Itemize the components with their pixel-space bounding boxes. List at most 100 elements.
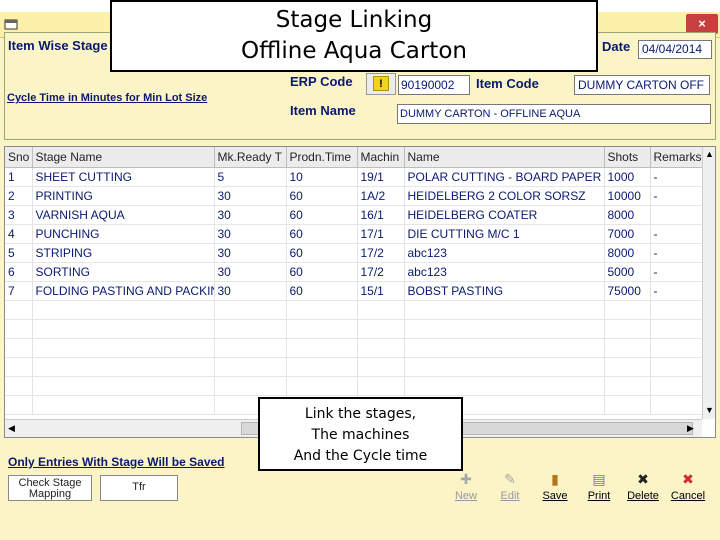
table-cell[interactable]: 75000 bbox=[604, 281, 651, 301]
cancel-button[interactable]: ✖ Cancel bbox=[668, 468, 708, 508]
warning-icon[interactable]: ! bbox=[373, 76, 389, 91]
table-cell[interactable]: 10000 bbox=[604, 186, 651, 206]
table-cell[interactable] bbox=[286, 300, 358, 320]
item-name-field[interactable]: DUMMY CARTON - OFFLINE AQUA bbox=[397, 104, 711, 124]
table-row[interactable]: 6 SORTING 30 60 17/2 abc123 5000- bbox=[5, 262, 703, 282]
table-cell[interactable]: 7 bbox=[5, 281, 33, 301]
table-cell[interactable]: - bbox=[650, 167, 703, 187]
table-cell[interactable] bbox=[32, 338, 215, 358]
vertical-scrollbar[interactable]: ▲ ▼ bbox=[702, 147, 715, 419]
table-cell[interactable] bbox=[650, 319, 703, 339]
scroll-right-icon[interactable]: ▶ bbox=[687, 423, 694, 434]
table-cell[interactable] bbox=[404, 357, 605, 377]
table-cell[interactable]: 16/1 bbox=[357, 205, 405, 225]
table-cell[interactable]: 30 bbox=[214, 243, 287, 263]
table-cell[interactable]: 60 bbox=[286, 186, 358, 206]
edit-button[interactable]: ✎ Edit bbox=[490, 468, 530, 508]
save-button[interactable]: ▮ Save bbox=[535, 468, 575, 508]
table-cell[interactable]: - bbox=[650, 224, 703, 244]
table-row[interactable]: 2 PRINTING 30 60 1A/2 HEIDELBERG 2 COLOR SORS… bbox=[5, 186, 703, 206]
table-cell[interactable]: PUNCHING bbox=[32, 224, 215, 244]
table-cell[interactable] bbox=[650, 205, 703, 225]
table-cell[interactable] bbox=[650, 357, 703, 377]
close-button[interactable]: × bbox=[686, 14, 718, 34]
column-header[interactable]: Remarks bbox=[650, 147, 703, 168]
table-cell[interactable]: 8000 bbox=[604, 243, 651, 263]
new-button[interactable]: ✚ New bbox=[446, 468, 486, 508]
empty-row[interactable] bbox=[5, 376, 703, 396]
table-cell[interactable] bbox=[650, 300, 703, 320]
table-cell[interactable]: abc123 bbox=[404, 243, 605, 263]
empty-row[interactable] bbox=[5, 357, 703, 377]
table-cell[interactable]: 5000 bbox=[604, 262, 651, 282]
table-cell[interactable]: 2 bbox=[5, 186, 33, 206]
table-cell[interactable] bbox=[286, 319, 358, 339]
table-cell[interactable]: 19/1 bbox=[357, 167, 405, 187]
table-cell[interactable] bbox=[604, 357, 651, 377]
table-cell[interactable] bbox=[32, 395, 215, 415]
table-cell[interactable] bbox=[5, 338, 33, 358]
column-header[interactable]: Prodn.Time bbox=[286, 147, 358, 168]
table-cell[interactable] bbox=[214, 357, 287, 377]
table-cell[interactable]: 17/2 bbox=[357, 262, 405, 282]
table-cell[interactable] bbox=[650, 338, 703, 358]
table-cell[interactable] bbox=[32, 319, 215, 339]
table-cell[interactable] bbox=[357, 300, 405, 320]
table-cell[interactable] bbox=[357, 319, 405, 339]
table-cell[interactable] bbox=[404, 338, 605, 358]
table-cell[interactable] bbox=[214, 376, 287, 396]
table-cell[interactable]: - bbox=[650, 186, 703, 206]
table-cell[interactable] bbox=[214, 319, 287, 339]
table-cell[interactable]: 4 bbox=[5, 224, 33, 244]
column-header[interactable]: Stage Name bbox=[32, 147, 215, 168]
table-cell[interactable]: 15/1 bbox=[357, 281, 405, 301]
column-header[interactable]: Mk.Ready T bbox=[214, 147, 287, 168]
scroll-down-icon[interactable]: ▼ bbox=[705, 405, 714, 415]
table-cell[interactable]: STRIPING bbox=[32, 243, 215, 263]
table-cell[interactable]: BOBST PASTING bbox=[404, 281, 605, 301]
table-cell[interactable]: 10 bbox=[286, 167, 358, 187]
scroll-up-icon[interactable]: ▲ bbox=[705, 149, 714, 159]
table-cell[interactable]: 60 bbox=[286, 205, 358, 225]
table-cell[interactable] bbox=[404, 300, 605, 320]
table-cell[interactable] bbox=[604, 376, 651, 396]
table-cell[interactable] bbox=[604, 395, 651, 415]
table-cell[interactable] bbox=[214, 338, 287, 358]
table-cell[interactable]: abc123 bbox=[404, 262, 605, 282]
table-cell[interactable]: 1000 bbox=[604, 167, 651, 187]
table-cell[interactable]: FOLDING PASTING AND PACKING bbox=[32, 281, 215, 301]
table-cell[interactable]: 60 bbox=[286, 224, 358, 244]
table-cell[interactable]: - bbox=[650, 262, 703, 282]
table-cell[interactable] bbox=[604, 300, 651, 320]
scroll-left-icon[interactable]: ◀ bbox=[8, 423, 15, 434]
table-cell[interactable] bbox=[5, 300, 33, 320]
table-cell[interactable] bbox=[604, 338, 651, 358]
table-cell[interactable]: 17/1 bbox=[357, 224, 405, 244]
table-cell[interactable]: 60 bbox=[286, 262, 358, 282]
table-cell[interactable]: 5 bbox=[5, 243, 33, 263]
table-cell[interactable] bbox=[404, 376, 605, 396]
table-cell[interactable] bbox=[286, 357, 358, 377]
table-cell[interactable] bbox=[357, 376, 405, 396]
table-cell[interactable]: HEIDELBERG COATER bbox=[404, 205, 605, 225]
table-cell[interactable]: - bbox=[650, 243, 703, 263]
table-cell[interactable]: VARNISH AQUA bbox=[32, 205, 215, 225]
table-cell[interactable] bbox=[286, 376, 358, 396]
print-button[interactable]: ▤ Print bbox=[579, 468, 619, 508]
column-header[interactable]: Shots bbox=[604, 147, 651, 168]
check-stage-mapping-button[interactable]: Check Stage Mapping bbox=[8, 475, 92, 501]
table-cell[interactable]: - bbox=[650, 281, 703, 301]
table-cell[interactable]: 30 bbox=[214, 262, 287, 282]
table-cell[interactable]: 3 bbox=[5, 205, 33, 225]
table-cell[interactable] bbox=[32, 357, 215, 377]
table-cell[interactable]: POLAR CUTTING - BOARD PAPER bbox=[404, 167, 605, 187]
table-cell[interactable]: 17/2 bbox=[357, 243, 405, 263]
date-field[interactable]: 04/04/2014 bbox=[638, 40, 712, 59]
table-cell[interactable] bbox=[357, 357, 405, 377]
table-cell[interactable]: SORTING bbox=[32, 262, 215, 282]
table-cell[interactable] bbox=[286, 338, 358, 358]
table-row[interactable]: 3 VARNISH AQUA 30 60 16/1 HEIDELBERG COATER 80… bbox=[5, 205, 703, 225]
delete-button[interactable]: ✖ Delete bbox=[623, 468, 663, 508]
erp-code-field[interactable]: 90190002 bbox=[398, 75, 470, 95]
table-cell[interactable]: 8000 bbox=[604, 205, 651, 225]
